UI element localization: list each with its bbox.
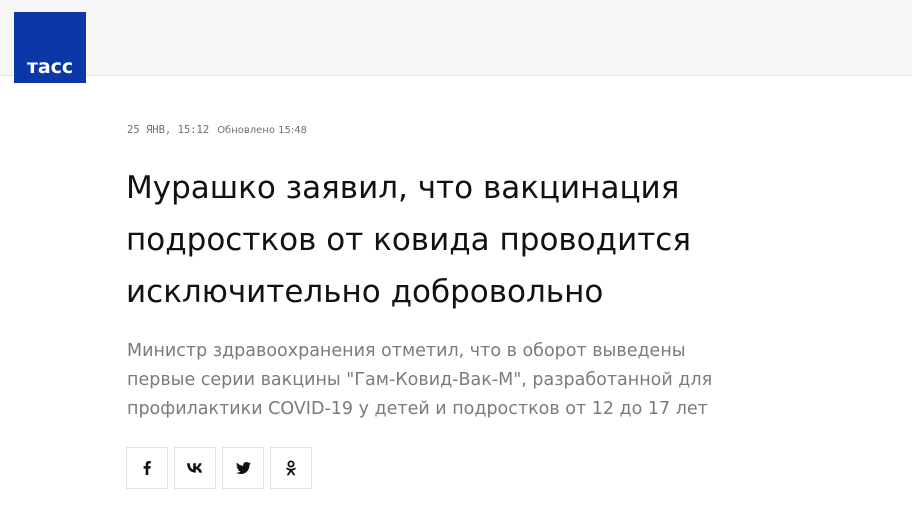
- lead-line: Министр здравоохранения отметил, что в о…: [127, 341, 686, 361]
- odnoklassniki-icon: [286, 460, 296, 476]
- updated-time: Обновлено 15:48: [217, 125, 307, 136]
- page: тасс 25 ЯНВ, 15:12 Обновлено 15:48 Мурашк…: [0, 0, 912, 509]
- share-facebook-button[interactable]: [126, 447, 168, 489]
- vk-icon: [187, 463, 203, 473]
- twitter-icon: [235, 462, 251, 474]
- share-bar: [126, 447, 318, 489]
- article-meta: 25 ЯНВ, 15:12 Обновлено 15:48: [127, 124, 307, 136]
- site-header: тасс: [0, 0, 912, 83]
- headline-line: Мурашко заявил, что вакцинация: [126, 170, 680, 206]
- article-lead: Министр здравоохранения отметил, что в о…: [127, 337, 807, 424]
- article-headline: Мурашко заявил, что вакцинация подростко…: [126, 162, 806, 318]
- share-twitter-button[interactable]: [222, 447, 264, 489]
- lead-line: первые серии вакцины "Гам-Ковид-Вак-М", …: [127, 370, 713, 390]
- logo-text: тасс: [26, 56, 74, 78]
- tass-logo[interactable]: тасс: [14, 12, 86, 83]
- share-vk-button[interactable]: [174, 447, 216, 489]
- headline-line: исключительно добровольно: [126, 274, 604, 310]
- lead-line: профилактики COVID-19 у детей и подростк…: [127, 399, 708, 419]
- facebook-icon: [142, 461, 152, 475]
- publish-date: 25 ЯНВ, 15:12: [127, 124, 210, 136]
- share-odnoklassniki-button[interactable]: [270, 447, 312, 489]
- headline-line: подростков от ковида проводится: [126, 222, 691, 258]
